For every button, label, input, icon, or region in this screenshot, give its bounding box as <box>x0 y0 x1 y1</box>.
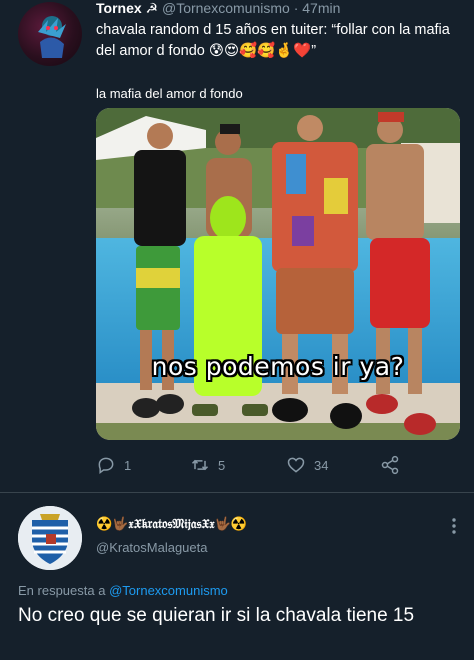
tweet-time[interactable]: 47min <box>302 0 340 16</box>
separator-dot: · <box>293 0 299 16</box>
author-handle[interactable]: @Tornexcomunismo <box>162 0 290 16</box>
photo-scene <box>96 108 460 440</box>
tweet-header: Tornex ☭ @Tornexcomunismo · 47min <box>96 0 340 17</box>
like-icon <box>287 457 305 473</box>
share-icon <box>381 455 399 475</box>
reply-display-name[interactable]: ☢️🤟🏾𝔵𝔛𝔨𝔯𝔞𝔱𝔬𝔰𝔐𝔦𝔧𝔞𝔰𝔛𝔵🤟🏾☢️ <box>96 516 247 532</box>
tweet-caption: la mafia del amor d fondo <box>96 86 243 101</box>
divider <box>0 492 474 493</box>
reply-author-avatar[interactable] <box>18 506 82 570</box>
tweet-text: chavala random d 15 años en tuiter: “fol… <box>96 22 450 59</box>
tweet-media-image[interactable]: nos podemos ir ya? <box>96 108 460 440</box>
retweet-action[interactable]: 5 <box>190 455 225 475</box>
reply-text: No creo que se quieran ir si la chavala … <box>18 605 415 626</box>
reply-count: 1 <box>124 457 132 473</box>
hammer-sickle-badge: ☭ <box>145 0 159 16</box>
like-action[interactable]: 34 <box>286 455 328 475</box>
retweet-count: 5 <box>218 457 226 473</box>
author-avatar[interactable] <box>18 2 82 66</box>
club-crest-icon <box>18 506 82 570</box>
author-name[interactable]: Tornex <box>96 0 142 16</box>
share-action[interactable] <box>380 455 400 475</box>
retweet-icon <box>191 459 209 471</box>
reply-icon <box>98 457 114 474</box>
reply-handle[interactable]: @KratosMalagueta <box>96 540 207 555</box>
replying-prefix: En respuesta a <box>18 583 106 598</box>
more-options-icon[interactable] <box>444 516 464 536</box>
tweet-actions: 1 5 34 <box>96 455 406 479</box>
reply-action[interactable]: 1 <box>96 455 131 475</box>
meme-caption: nos podemos ir ya? <box>151 352 405 381</box>
avatar-artwork <box>38 16 66 58</box>
replying-to-link[interactable]: @Tornexcomunismo <box>109 583 228 598</box>
like-count: 34 <box>314 457 329 473</box>
replying-to-line: En respuesta a @Tornexcomunismo <box>18 583 228 598</box>
